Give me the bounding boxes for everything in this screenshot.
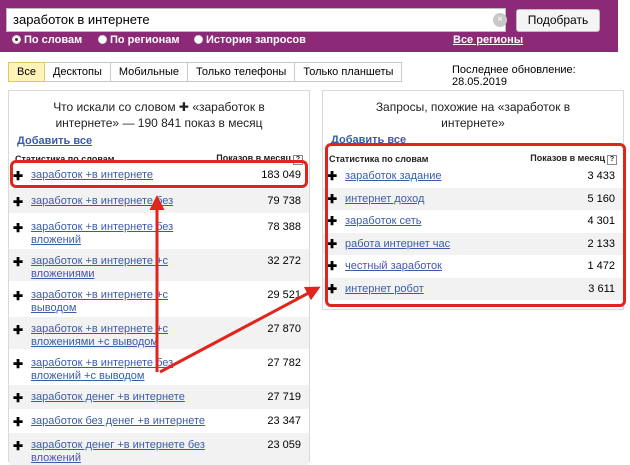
annotation-arrows [149,195,321,374]
arrow-right [159,286,321,374]
